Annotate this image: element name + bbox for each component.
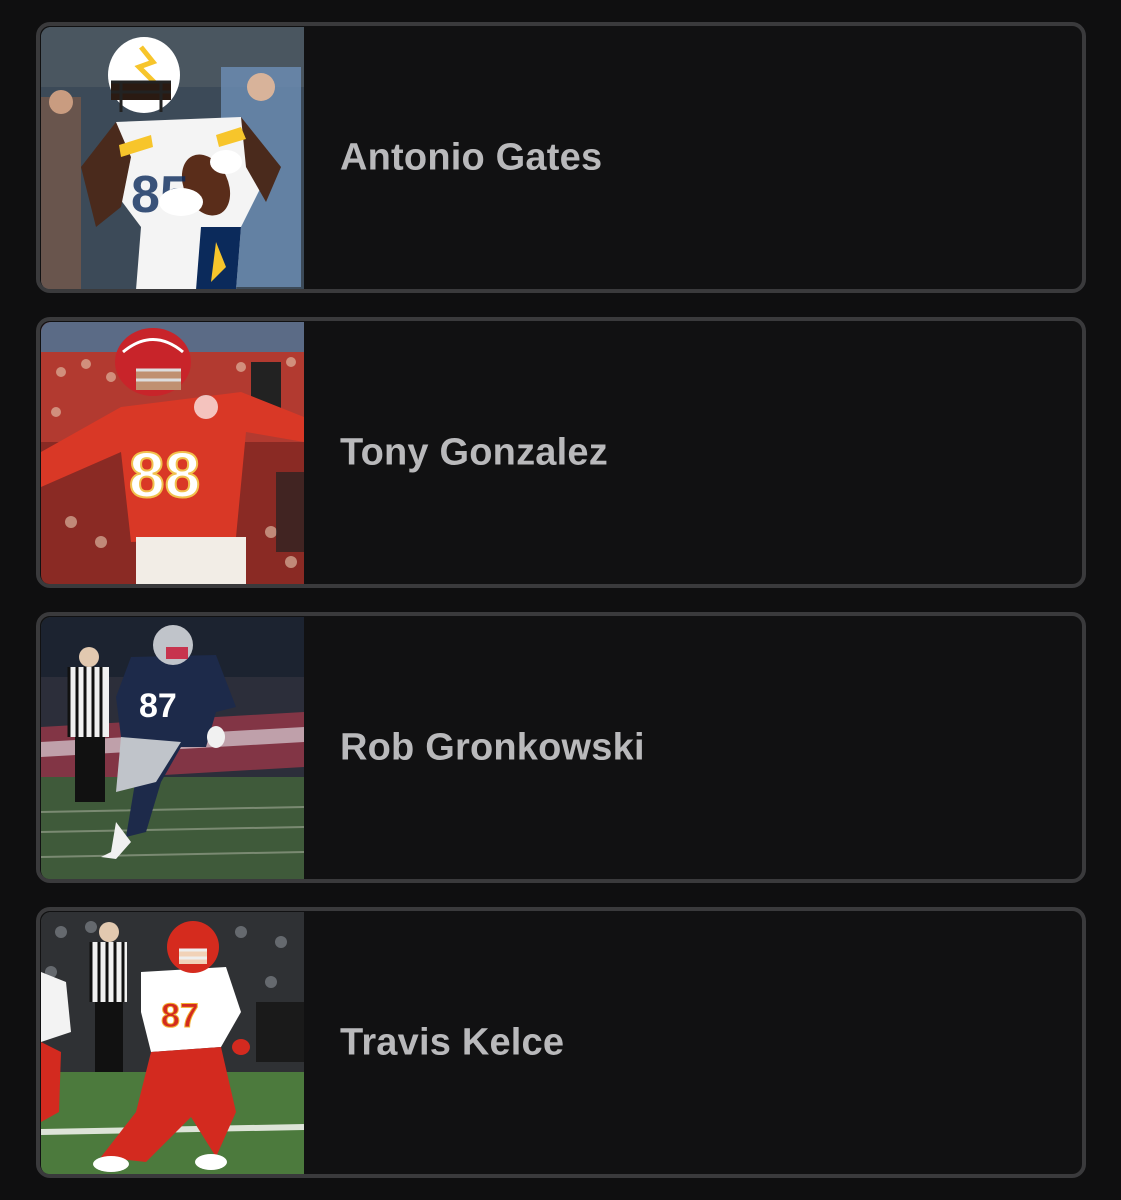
player-name: Tony Gonzalez (340, 431, 608, 473)
player-card-travis-kelce[interactable]: 87 Travis Kelce (36, 907, 1086, 1178)
svg-text:87: 87 (139, 687, 177, 725)
svg-text:87: 87 (161, 997, 199, 1035)
player-photo: 87 (41, 912, 304, 1174)
player-photo-image: 88 (41, 322, 304, 584)
player-photo: 85 (41, 27, 304, 289)
player-photo: 88 (41, 322, 304, 584)
player-photo-image: 87 (41, 617, 304, 879)
player-card-rob-gronkowski[interactable]: 87 Rob Gronkowski (36, 612, 1086, 883)
player-card-antonio-gates[interactable]: 85 Antonio Gates (36, 22, 1086, 293)
player-name: Travis Kelce (340, 1021, 565, 1063)
svg-text:88: 88 (129, 439, 200, 511)
player-name: Rob Gronkowski (340, 726, 645, 768)
player-photo-image: 85 (41, 27, 304, 289)
player-card-tony-gonzalez[interactable]: 88 Tony Gonzalez (36, 317, 1086, 588)
player-name: Antonio Gates (340, 136, 603, 178)
player-photo-image: 87 (41, 912, 304, 1174)
player-photo: 87 (41, 617, 304, 879)
player-list: 85 Antonio Gates 88 Tony Gonzalez 87 Rob… (36, 22, 1086, 1178)
